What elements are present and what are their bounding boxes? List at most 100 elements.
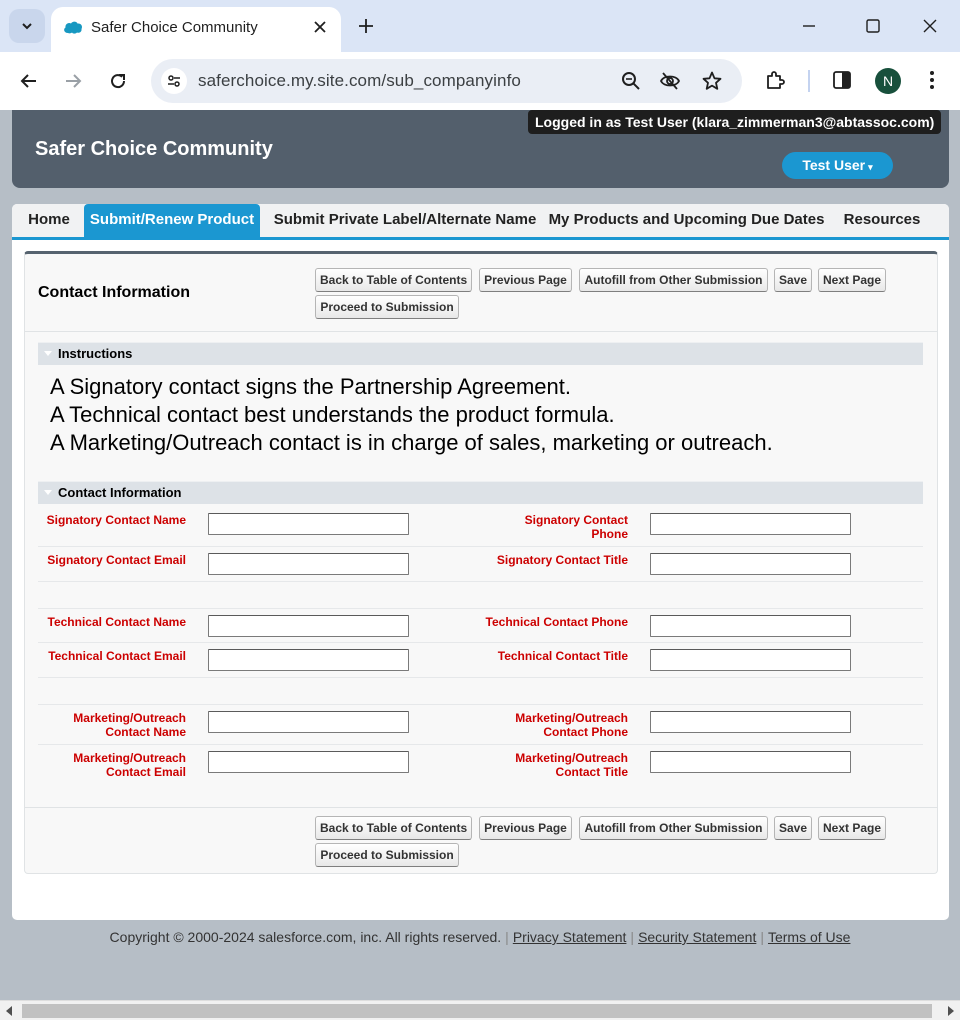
forward-arrow-icon[interactable] xyxy=(62,70,84,92)
row-divider xyxy=(38,704,923,705)
tab-submit-renew-product[interactable]: Submit/Renew Product xyxy=(84,204,260,237)
site-header: Safer Choice Community Logged in as Test… xyxy=(12,110,949,188)
row-divider xyxy=(38,677,923,678)
terms-link[interactable]: Terms of Use xyxy=(768,929,850,945)
url-text[interactable]: saferchoice.my.site.com/sub_companyinfo xyxy=(198,71,521,91)
contact-section-header[interactable]: Contact Information xyxy=(38,481,923,504)
site-info-button[interactable] xyxy=(161,68,187,94)
security-link[interactable]: Security Statement xyxy=(638,929,756,945)
divider: | xyxy=(505,929,509,945)
previous-page-button-bottom[interactable]: Previous Page xyxy=(479,816,572,840)
scroll-right-icon[interactable] xyxy=(948,1006,954,1016)
marketing-phone-input[interactable] xyxy=(650,711,851,733)
maximize-icon[interactable] xyxy=(863,16,883,36)
technical-phone-label: Technical Contact Phone xyxy=(485,615,628,629)
proceed-to-submission-button-bottom[interactable]: Proceed to Submission xyxy=(315,843,459,867)
tune-icon xyxy=(168,75,180,87)
divider: | xyxy=(760,929,764,945)
site-title: Safer Choice Community xyxy=(35,138,273,160)
marketing-title-label: Marketing/Outreach Contact Title xyxy=(515,751,628,779)
marketing-email-input[interactable] xyxy=(208,751,409,773)
zoom-icon[interactable] xyxy=(620,70,642,92)
signatory-phone-input[interactable] xyxy=(650,513,851,535)
block-header: Contact Information Back to Table of Con… xyxy=(25,254,937,332)
caret-down-icon: ▾ xyxy=(868,162,873,172)
signatory-name-label: Signatory Contact Name xyxy=(46,513,186,527)
chevron-down-icon xyxy=(22,23,32,30)
signatory-title-label: Signatory Contact Title xyxy=(496,553,628,567)
tab-home[interactable]: Home xyxy=(19,204,79,237)
scroll-left-icon[interactable] xyxy=(6,1006,12,1016)
technical-email-input[interactable] xyxy=(208,649,409,671)
back-arrow-icon[interactable] xyxy=(18,70,40,92)
technical-name-input[interactable] xyxy=(208,615,409,637)
instructions-section-header[interactable]: Instructions xyxy=(38,342,923,365)
scrollbar-thumb[interactable] xyxy=(22,1004,932,1018)
section-label: Contact Information xyxy=(58,485,182,500)
address-bar[interactable]: saferchoice.my.site.com/sub_companyinfo xyxy=(151,59,742,103)
back-to-toc-button-bottom[interactable]: Back to Table of Contents xyxy=(315,816,472,840)
signatory-title-input[interactable] xyxy=(650,553,851,575)
next-page-button-bottom[interactable]: Next Page xyxy=(818,816,886,840)
browser-tab-active[interactable]: Safer Choice Community xyxy=(51,7,341,52)
back-to-toc-button[interactable]: Back to Table of Contents xyxy=(315,268,472,292)
signatory-email-input[interactable] xyxy=(208,553,409,575)
browser-toolbar: saferchoice.my.site.com/sub_companyinfo … xyxy=(0,52,960,110)
eye-off-icon[interactable] xyxy=(659,70,681,92)
technical-title-input[interactable] xyxy=(650,649,851,671)
collapse-triangle-icon xyxy=(44,490,52,495)
signatory-name-input[interactable] xyxy=(208,513,409,535)
marketing-name-label: Marketing/Outreach Contact Name xyxy=(73,711,186,739)
contact-info-block: Contact Information Back to Table of Con… xyxy=(24,251,938,874)
more-vertical-icon[interactable] xyxy=(921,69,943,91)
autofill-button-bottom[interactable]: Autofill from Other Submission xyxy=(579,816,768,840)
user-menu-button[interactable]: Test User ▾ xyxy=(782,152,893,179)
instruction-line: A Marketing/Outreach contact is in charg… xyxy=(50,430,773,455)
row-divider xyxy=(38,744,923,745)
row-divider xyxy=(38,642,923,643)
close-icon[interactable] xyxy=(311,18,329,36)
technical-phone-input[interactable] xyxy=(650,615,851,637)
marketing-title-input[interactable] xyxy=(650,751,851,773)
technical-title-label: Technical Contact Title xyxy=(497,649,628,663)
tab-my-products[interactable]: My Products and Upcoming Due Dates xyxy=(548,204,825,237)
marketing-email-label: Marketing/Outreach Contact Email xyxy=(73,751,186,779)
marketing-phone-label: Marketing/Outreach Contact Phone xyxy=(515,711,628,739)
tab-resources[interactable]: Resources xyxy=(837,204,927,237)
minimize-icon[interactable] xyxy=(799,16,819,36)
site-nav-tabs: Home Submit/Renew Product Submit Private… xyxy=(12,204,949,240)
window-close-icon[interactable] xyxy=(920,16,940,36)
tab-submit-private-label[interactable]: Submit Private Label/Alternate Name xyxy=(268,204,542,237)
side-panel-icon[interactable] xyxy=(831,69,853,91)
technical-name-label: Technical Contact Name xyxy=(47,615,186,629)
profile-avatar[interactable]: N xyxy=(875,68,901,94)
salesforce-cloud-icon xyxy=(64,21,83,34)
section-label: Instructions xyxy=(58,346,133,361)
previous-page-button[interactable]: Previous Page xyxy=(479,268,572,292)
star-icon[interactable] xyxy=(701,70,723,92)
collapse-triangle-icon xyxy=(44,351,52,356)
save-button-bottom[interactable]: Save xyxy=(774,816,812,840)
row-divider xyxy=(38,608,923,609)
next-page-button[interactable]: Next Page xyxy=(818,268,886,292)
marketing-name-input[interactable] xyxy=(208,711,409,733)
extensions-icon[interactable] xyxy=(764,69,786,91)
horizontal-scrollbar[interactable] xyxy=(0,1000,960,1020)
main-panel: Home Submit/Renew Product Submit Private… xyxy=(12,204,949,920)
toolbar-separator xyxy=(808,70,810,92)
tab-search-button[interactable] xyxy=(9,9,45,43)
save-button[interactable]: Save xyxy=(774,268,812,292)
instruction-line: A Signatory contact signs the Partnershi… xyxy=(50,374,571,399)
divider: | xyxy=(630,929,635,945)
plus-icon[interactable] xyxy=(356,16,376,36)
copyright-text: Copyright © 2000-2024 salesforce.com, in… xyxy=(109,929,502,945)
instructions-text: A Signatory contact signs the Partnershi… xyxy=(50,373,773,457)
page-title: Contact Information xyxy=(38,284,190,301)
proceed-to-submission-button[interactable]: Proceed to Submission xyxy=(315,295,459,319)
block-footer-divider xyxy=(25,807,937,808)
privacy-link[interactable]: Privacy Statement xyxy=(513,929,627,945)
user-menu-label: Test User xyxy=(802,157,866,173)
browser-tab-title: Safer Choice Community xyxy=(91,19,258,36)
reload-icon[interactable] xyxy=(107,70,129,92)
autofill-button[interactable]: Autofill from Other Submission xyxy=(579,268,768,292)
